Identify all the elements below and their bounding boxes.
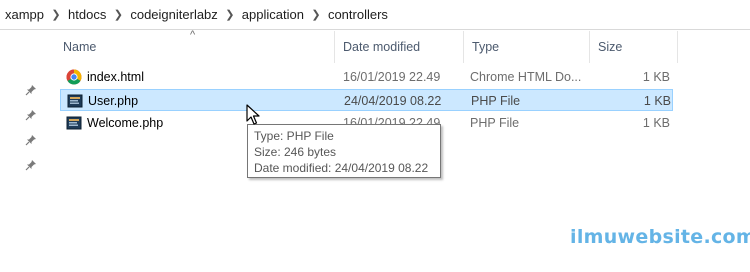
chevron-right-icon[interactable]: ❯ <box>304 8 328 21</box>
chevron-right-icon[interactable]: ❯ <box>44 8 68 21</box>
breadcrumb-controllers[interactable]: controllers <box>328 7 388 22</box>
file-date-modified: 24/04/2019 08.22 <box>344 94 442 108</box>
breadcrumb-application[interactable]: application <box>242 7 304 22</box>
column-header-row: ^ Name Date modified Type Size <box>55 29 680 63</box>
column-header-type[interactable]: Type <box>464 31 590 63</box>
file-info-tooltip: Type: PHP File Size: 246 bytes Date modi… <box>247 124 441 178</box>
chevron-right-icon[interactable]: ❯ <box>218 8 242 21</box>
breadcrumb-htdocs[interactable]: htdocs <box>68 7 106 22</box>
breadcrumb-xampp[interactable]: xampp <box>5 7 44 22</box>
pin-icon[interactable] <box>25 84 37 96</box>
file-date-modified: 16/01/2019 22.49 <box>343 70 441 84</box>
file-name: index.html <box>87 70 144 84</box>
pin-icon[interactable] <box>25 134 37 146</box>
file-type: PHP File <box>470 116 520 130</box>
mouse-cursor-icon <box>246 104 260 125</box>
file-size: 1 KB <box>643 94 671 108</box>
file-row-index-html[interactable]: index.html 16/01/2019 22.49 Chrome HTML … <box>60 66 673 88</box>
file-row-user-php[interactable]: User.php 24/04/2019 08.22 PHP File 1 KB <box>60 89 673 111</box>
chevron-right-icon[interactable]: ❯ <box>106 8 130 21</box>
file-type: PHP File <box>471 94 521 108</box>
file-type: Chrome HTML Do... <box>470 70 582 84</box>
tooltip-type: Type: PHP File <box>254 129 334 143</box>
chrome-icon <box>66 69 82 85</box>
breadcrumb-codeigniterlabz[interactable]: codeigniterlabz <box>130 7 217 22</box>
watermark-text: ilmuwebsite.com <box>570 226 750 248</box>
breadcrumb: xampp ❯ htdocs ❯ codeigniterlabz ❯ appli… <box>0 0 750 30</box>
quick-access-pins <box>0 31 55 272</box>
php-file-icon <box>67 94 83 108</box>
php-file-icon <box>66 116 82 130</box>
pin-icon[interactable] <box>25 159 37 171</box>
pin-icon[interactable] <box>25 109 37 121</box>
column-header-name[interactable]: Name <box>55 31 335 63</box>
file-name: User.php <box>88 94 139 108</box>
file-size: 1 KB <box>642 116 670 130</box>
column-header-size[interactable]: Size <box>590 31 678 63</box>
column-header-date-modified[interactable]: Date modified <box>335 31 464 63</box>
tooltip-date-modified: Date modified: 24/04/2019 08.22 <box>254 161 429 175</box>
tooltip-size: Size: 246 bytes <box>254 145 337 159</box>
file-size: 1 KB <box>642 70 670 84</box>
